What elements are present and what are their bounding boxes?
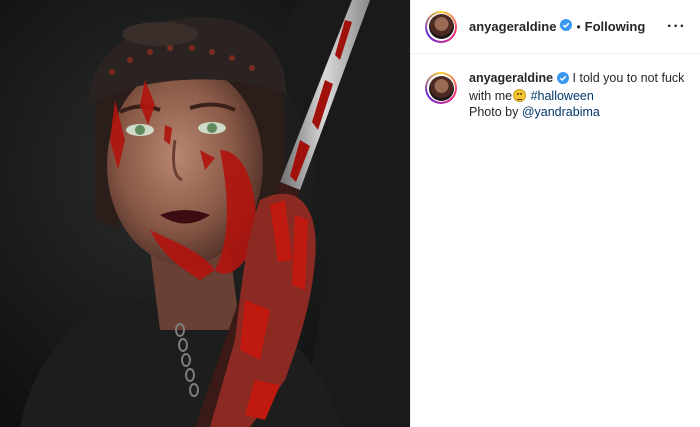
caption-avatar-inner — [427, 74, 455, 102]
caption-avatar[interactable] — [425, 72, 457, 104]
photo-credit-link[interactable]: @yandrabima — [522, 105, 600, 119]
caption-username[interactable]: anyageraldine — [469, 71, 553, 85]
post-header: anyageraldine • Following ··· — [411, 0, 700, 54]
caption-text: anyageraldine I told you to not fuck wit… — [469, 70, 686, 120]
post-photo — [0, 0, 410, 427]
photo-credit-prefix: Photo by — [469, 105, 522, 119]
avatar-inner — [427, 12, 455, 41]
more-options-icon[interactable]: ··· — [667, 18, 686, 36]
smiley-emoji-icon — [513, 89, 527, 102]
post-sidebar: anyageraldine • Following ··· anyagerald… — [410, 0, 700, 427]
verified-badge-icon — [560, 18, 573, 36]
header-username[interactable]: anyageraldine — [469, 19, 556, 34]
caption-verified-badge-icon — [557, 72, 570, 88]
avatar-photo — [428, 14, 454, 39]
following-button[interactable]: Following — [585, 19, 646, 34]
caption-avatar-photo — [428, 75, 454, 101]
separator-dot: • — [576, 19, 581, 34]
avatar[interactable] — [425, 10, 457, 43]
post-image[interactable] — [0, 0, 410, 427]
caption: anyageraldine I told you to not fuck wit… — [411, 54, 700, 120]
hashtag-link[interactable]: #halloween — [531, 89, 594, 103]
